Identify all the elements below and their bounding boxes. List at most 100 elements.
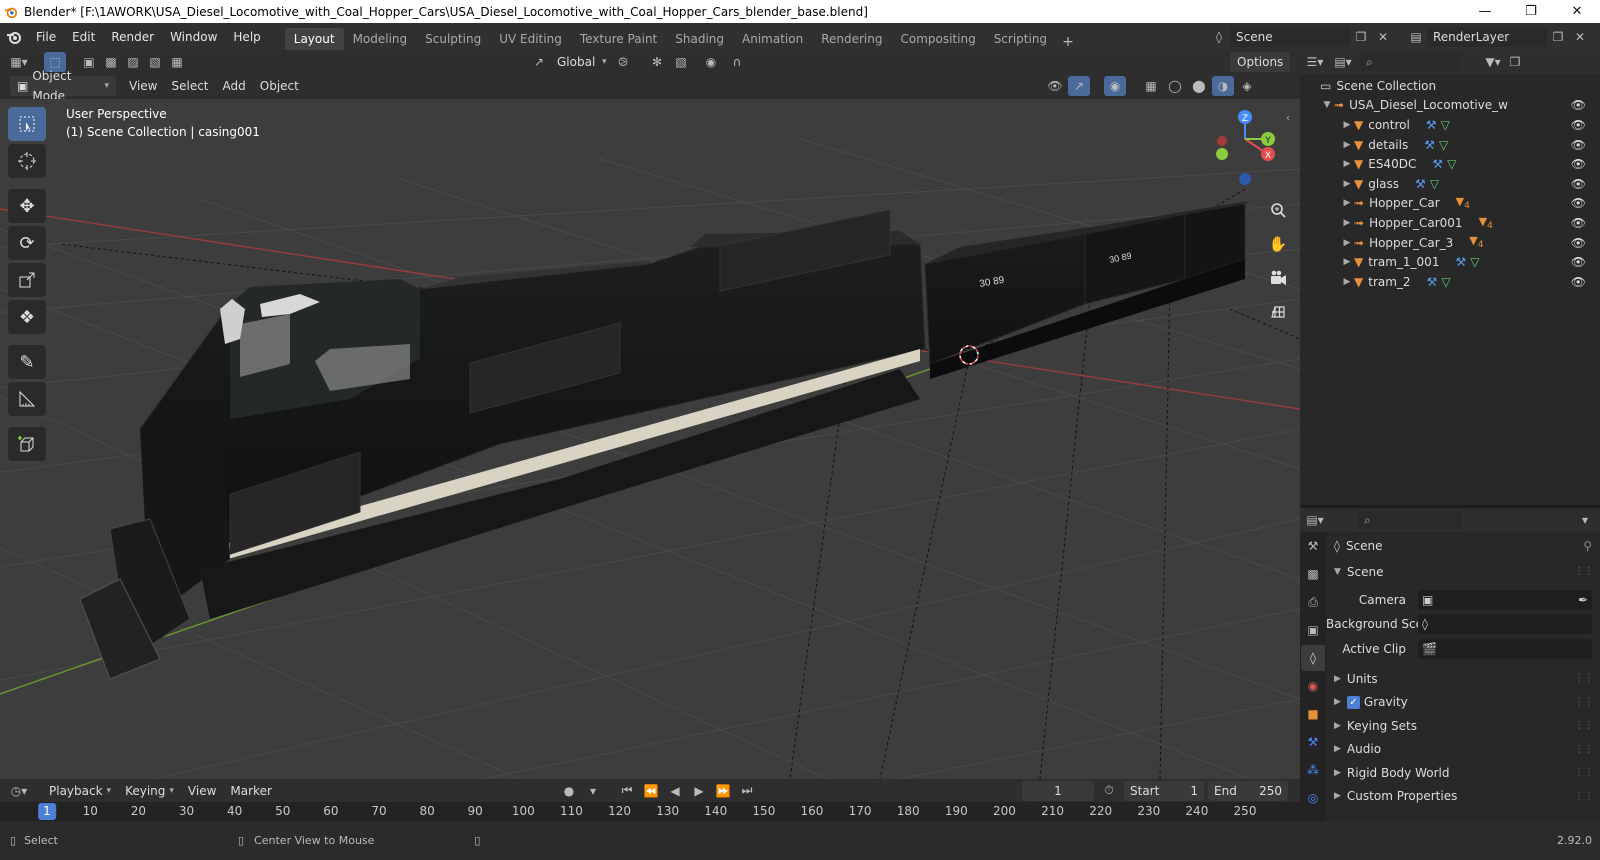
end-frame-field[interactable]: End 250 — [1208, 780, 1288, 801]
prev-keyframe-icon[interactable]: ⏪ — [640, 781, 662, 801]
expand-icon[interactable]: ▼ — [1320, 100, 1334, 110]
menu-help[interactable]: Help — [225, 30, 268, 44]
timeline-view-menu[interactable]: View — [181, 781, 223, 801]
collection-row[interactable]: ▼ ➟ USA_Diesel_Locomotive_with_C 👁 — [1300, 96, 1600, 116]
expand-icon[interactable]: ▶ — [1340, 257, 1354, 267]
falloff-icon[interactable]: ∩ — [726, 52, 748, 72]
outliner-search-input[interactable]: ⌕ — [1360, 53, 1460, 71]
start-frame-field[interactable]: Start 1 — [1124, 780, 1204, 801]
properties-search-input[interactable]: ⌕ — [1358, 511, 1462, 529]
outliner-editor-type-icon[interactable]: ☰▾ — [1304, 52, 1326, 72]
outliner-item-hopper-car001[interactable]: ▶ ➟ Hopper_Car001 ▼4 👁 — [1300, 213, 1600, 233]
pan-hand-icon[interactable]: ✋ — [1264, 230, 1292, 258]
select-box-tool-icon[interactable] — [8, 107, 46, 141]
new-collection-icon[interactable]: ❐ — [1504, 52, 1526, 72]
eye-icon[interactable]: 👁 — [1571, 138, 1586, 152]
mode-invert-icon[interactable]: ▧ — [144, 52, 166, 72]
background-scene-field[interactable]: ◊ — [1418, 614, 1592, 635]
object-tab-icon[interactable]: ■ — [1301, 701, 1325, 727]
drag-handle-icon[interactable]: ⋮⋮ — [1574, 744, 1594, 755]
modifier-tab-icon[interactable]: ⚒ — [1301, 729, 1325, 755]
camera-view-icon[interactable] — [1264, 264, 1292, 292]
drag-handle-icon[interactable]: ⋮⋮ — [1574, 767, 1594, 778]
drag-handle-icon[interactable]: ⋮⋮ — [1574, 697, 1594, 708]
drag-handle-icon[interactable]: ⋮⋮ — [1574, 566, 1594, 577]
scene-collection-row[interactable]: ▭ Scene Collection — [1300, 76, 1600, 96]
menu-object[interactable]: Object — [253, 76, 306, 96]
outliner-item-glass[interactable]: ▶ ▼ glass ⚒ ▽ 👁 — [1300, 174, 1600, 194]
eye-icon[interactable]: 👁 — [1571, 216, 1586, 230]
close-icon[interactable]: ✕ — [1554, 0, 1600, 23]
panel-gravity[interactable]: ▶ ✓ Gravity ⋮⋮ — [1326, 691, 1600, 715]
menu-file[interactable]: File — [28, 30, 64, 44]
eye-icon[interactable]: 👁 — [1571, 196, 1586, 210]
blender-menu-icon[interactable] — [0, 29, 28, 45]
tab-layout[interactable]: Layout — [284, 28, 344, 50]
eyedropper-icon[interactable]: ✒ — [1578, 593, 1588, 607]
annotate-tool-icon[interactable]: ✎ — [8, 345, 46, 379]
output-tab-icon[interactable]: ⎙ — [1301, 589, 1325, 615]
expand-icon[interactable]: ▶ — [1340, 238, 1354, 248]
outliner-item-es40dc[interactable]: ▶ ▼ ES40DC ⚒ ▽ 👁 — [1300, 154, 1600, 174]
panel-keying-sets[interactable]: ▶ Keying Sets ⋮⋮ — [1326, 714, 1600, 738]
menu-view[interactable]: View — [122, 76, 164, 96]
orientation-dropdown[interactable]: Global — [550, 52, 602, 72]
current-frame-indicator[interactable]: 1 — [38, 803, 56, 820]
menu-window[interactable]: Window — [162, 30, 225, 44]
tab-compositing[interactable]: Compositing — [891, 28, 984, 50]
ortho-grid-icon[interactable] — [1264, 298, 1292, 326]
expand-icon[interactable]: ▶ — [1340, 198, 1354, 208]
scene-selector[interactable]: ◊ Scene ❐ ✕ — [1208, 26, 1394, 47]
solid-shading-icon[interactable]: ⬤ — [1188, 76, 1210, 96]
expand-icon[interactable]: ▶ — [1340, 140, 1354, 150]
scene-name-field[interactable]: Scene — [1230, 26, 1350, 47]
expand-icon[interactable]: ▶ — [1340, 179, 1354, 189]
panel-custom-properties[interactable]: ▶ Custom Properties ⋮⋮ — [1326, 785, 1600, 809]
mode-subtract-icon[interactable]: ▨ — [122, 52, 144, 72]
jump-start-icon[interactable]: ⏮ — [616, 781, 638, 801]
scale-tool-icon[interactable] — [8, 263, 46, 297]
options-button[interactable]: Options — [1230, 52, 1291, 72]
physics-tab-icon[interactable]: ◎ — [1301, 785, 1325, 811]
expand-icon[interactable]: ▶ — [1340, 159, 1354, 169]
view-layer-tab-icon[interactable]: ▣ — [1301, 617, 1325, 643]
measure-tool-icon[interactable] — [8, 382, 46, 416]
drag-handle-icon[interactable]: ⋮⋮ — [1574, 673, 1594, 684]
mode-extend-icon[interactable]: ▩ — [100, 52, 122, 72]
add-cube-tool-icon[interactable] — [8, 427, 46, 461]
minimize-icon[interactable]: — — [1462, 0, 1508, 23]
mode-dropdown[interactable]: ▣ Object Mode ▾ — [10, 69, 116, 103]
cursor-tool-icon[interactable] — [8, 144, 46, 178]
gizmo-toggle-icon[interactable]: ↗ — [1068, 76, 1090, 96]
tab-uv-editing[interactable]: UV Editing — [490, 28, 571, 50]
tab-rendering[interactable]: Rendering — [812, 28, 891, 50]
preview-range-icon[interactable]: ⏱ — [1098, 781, 1120, 801]
frame-ruler[interactable]: 1 10 20 30 40 50 60 70 80 90 100 110 120 130 140 150 160… — [0, 802, 1300, 821]
tab-modeling[interactable]: Modeling — [344, 28, 417, 50]
panel-units[interactable]: ▶ Units ⋮⋮ — [1326, 667, 1600, 691]
eye-icon[interactable]: 👁 — [1571, 98, 1586, 112]
display-mode-icon[interactable]: ▤▾ — [1332, 52, 1354, 72]
menu-add[interactable]: Add — [216, 76, 253, 96]
pin-icon[interactable]: ⚲ — [1583, 539, 1592, 553]
expand-icon[interactable]: ▶ — [1340, 218, 1354, 228]
transform-orientation[interactable]: ↗ Global ▾ — [528, 52, 607, 72]
play-icon[interactable]: ▶ — [688, 781, 710, 801]
mode-intersect-icon[interactable]: ▦ — [166, 52, 188, 72]
tab-animation[interactable]: Animation — [733, 28, 812, 50]
play-reverse-icon[interactable]: ◀ — [664, 781, 686, 801]
outliner-item-hopper-car-3[interactable]: ▶ ➟ Hopper_Car_3 ▼4 👁 — [1300, 233, 1600, 253]
timeline-editor-type-icon[interactable]: ◷▾ — [8, 781, 30, 801]
record-icon[interactable]: ● — [558, 781, 580, 801]
next-keyframe-icon[interactable]: ⏩ — [712, 781, 734, 801]
jump-end-icon[interactable]: ⏭ — [736, 781, 758, 801]
restore-icon[interactable]: ❐ — [1508, 0, 1554, 23]
panel-rigid-body-world[interactable]: ▶ Rigid Body World ⋮⋮ — [1326, 761, 1600, 785]
outliner-item-details[interactable]: ▶ ▼ details ⚒ ▽ 👁 — [1300, 135, 1600, 155]
panel-audio[interactable]: ▶ Audio ⋮⋮ — [1326, 738, 1600, 762]
active-clip-field[interactable]: 🎬 — [1418, 638, 1592, 659]
add-workspace-icon[interactable]: + — [1056, 34, 1080, 50]
eye-icon[interactable]: 👁 — [1571, 236, 1586, 250]
expand-icon[interactable]: ▶ — [1340, 277, 1354, 287]
outliner-item-tram-2[interactable]: ▶ ▼ tram_2 ⚒ ▽ 👁 — [1300, 272, 1600, 292]
